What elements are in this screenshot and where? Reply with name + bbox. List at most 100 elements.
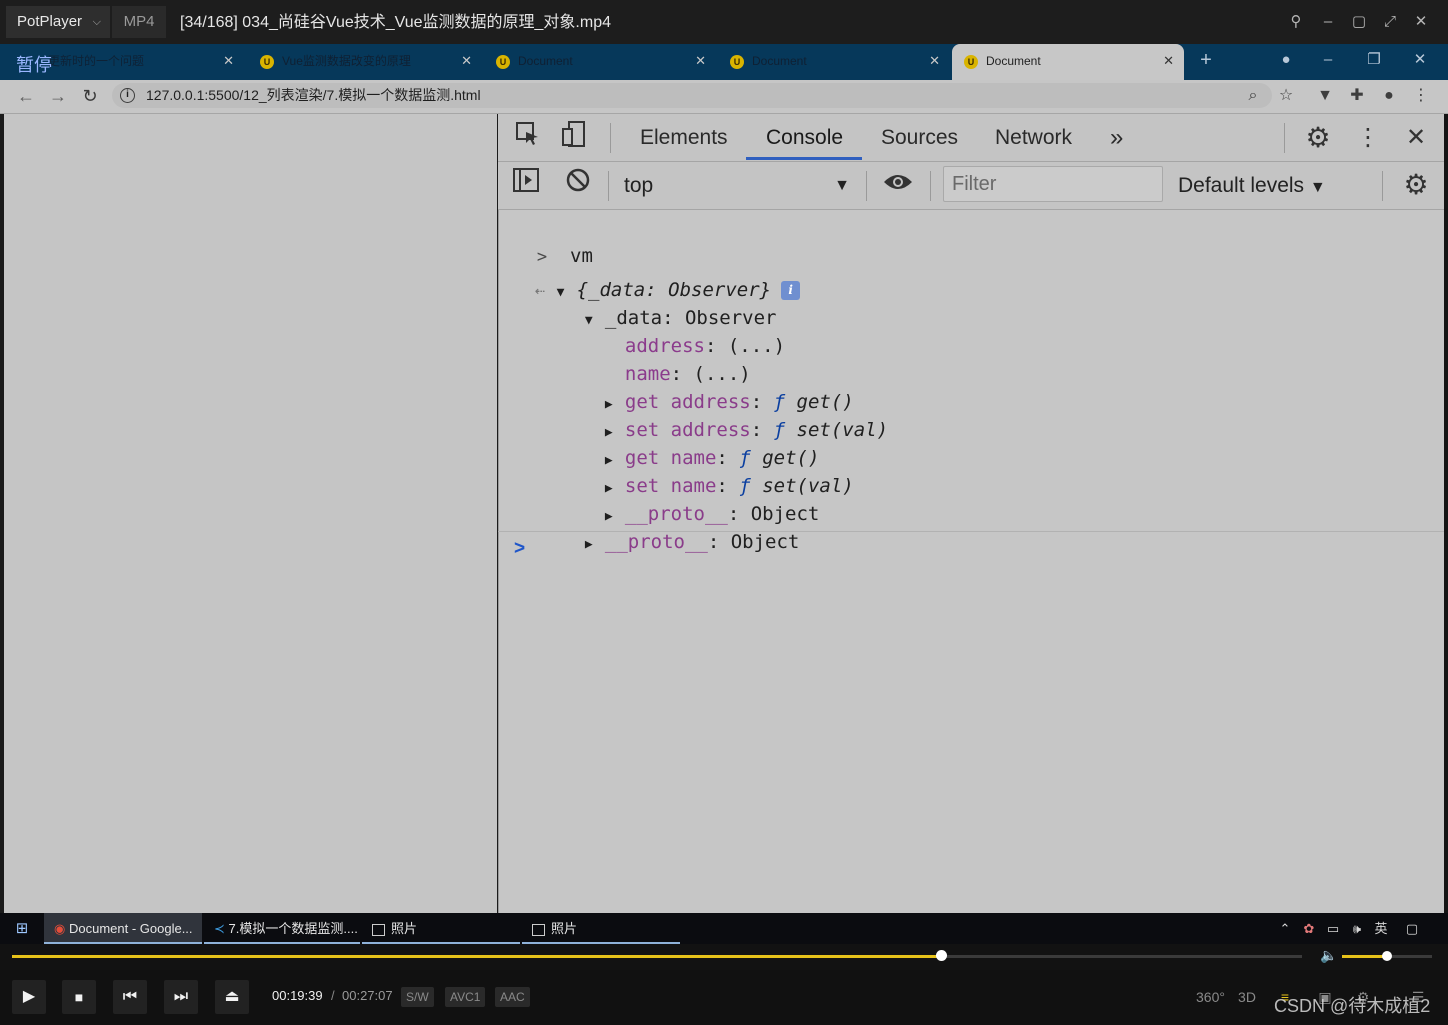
potplayer-menu-button[interactable]: PotPlayer ⌵	[6, 6, 110, 38]
speaker-icon[interactable]: 🕪	[1346, 913, 1368, 944]
accessor-row[interactable]: ▶ get address: ƒ get()	[582, 360, 854, 413]
info-badge-icon[interactable]: i	[781, 281, 801, 300]
notification-icon[interactable]: ▢	[1400, 913, 1424, 944]
kebab-menu-icon[interactable]: ⋮	[1350, 120, 1386, 156]
tab-close-icon[interactable]: ✕	[695, 44, 706, 78]
vue-icon: U	[496, 54, 510, 69]
tab-4[interactable]: U Document ✕	[720, 44, 950, 80]
zoom-icon[interactable]: ⌕	[1240, 83, 1266, 109]
more-tabs-icon[interactable]: »	[1110, 114, 1123, 162]
context-selector[interactable]: top ▼	[624, 166, 854, 206]
profile-dot-icon[interactable]: ●	[1270, 44, 1302, 76]
eject-icon[interactable]: ⏏	[215, 980, 249, 1014]
tab-close-icon[interactable]: ✕	[1163, 44, 1174, 78]
ime-indicator[interactable]: 英	[1370, 913, 1392, 944]
volume-icon[interactable]: 🔈	[1320, 947, 1337, 964]
profile-icon[interactable]: ●	[1376, 83, 1402, 109]
tab-close-icon[interactable]: ✕	[461, 44, 472, 78]
volume-level	[1342, 955, 1387, 958]
taskbar-item-photos-2[interactable]: 照片	[522, 913, 680, 944]
url-field[interactable]: i 127.0.0.1:5500/12_列表渲染/7.模拟一个数据监测.html	[112, 83, 1272, 108]
eye-icon[interactable]	[880, 167, 916, 203]
tab-active-document[interactable]: U Document ✕	[952, 44, 1184, 80]
taskbar-label: 照片	[551, 921, 578, 936]
property-row[interactable]: address: (...)	[602, 304, 785, 357]
3d-button[interactable]: 3D	[1234, 984, 1260, 1010]
kebab-menu-icon[interactable]: ⋮	[1408, 83, 1434, 109]
minimize-icon[interactable]: –	[1314, 8, 1342, 36]
audio-codec-chip[interactable]: AAC	[495, 987, 530, 1007]
expand-triangle-icon[interactable]: ▶	[585, 531, 605, 559]
vue-icon: U	[964, 54, 978, 69]
maximize-icon[interactable]: ▢	[1345, 8, 1373, 36]
accessor-row[interactable]: ▶ set address: ƒ set(val)	[582, 388, 888, 441]
info-icon[interactable]: i	[120, 88, 135, 103]
tab-close-icon[interactable]: ✕	[929, 44, 940, 78]
tab-elements[interactable]: Elements	[640, 114, 728, 162]
tab-sources[interactable]: Sources	[881, 114, 958, 162]
browser-restore-icon[interactable]: ❐	[1358, 44, 1390, 76]
data-row[interactable]: ▼ _data: Observer	[562, 276, 777, 329]
watermark: CSDN @待木成植2	[1274, 996, 1431, 1016]
tray-chevron-up-icon[interactable]: ⌃	[1274, 913, 1296, 944]
console-result-line[interactable]: ⇠ ▼ {_data: Observer} i	[512, 248, 801, 301]
tab-console[interactable]: Console	[766, 114, 843, 162]
proto-type: : Object	[707, 531, 800, 553]
stop-icon[interactable]: ■	[62, 980, 96, 1014]
accessor-row[interactable]: ▶ set name: ƒ set(val)	[582, 444, 854, 497]
taskbar-label: 照片	[391, 921, 418, 936]
accessor-row[interactable]: ▶ get name: ƒ get()	[582, 416, 820, 469]
tab-2[interactable]: U Vue监测数据改变的原理 ✕	[250, 44, 482, 80]
sidebar-toggle-icon[interactable]	[508, 167, 544, 203]
taskbar-item-vscode[interactable]: ≺ 7.模拟一个数据监测....	[204, 913, 360, 944]
console-filter-input[interactable]: Filter	[943, 166, 1163, 202]
forward-arrow-icon[interactable]: →	[44, 80, 72, 112]
seek-handle[interactable]	[935, 950, 947, 961]
windows-start-icon[interactable]: ⊞	[10, 913, 34, 944]
photos-icon	[532, 923, 545, 936]
video-codec-chip[interactable]: AVC1	[445, 987, 486, 1007]
tab-close-icon[interactable]: ✕	[223, 44, 234, 78]
console-settings-gear-icon[interactable]: ⚙	[1398, 167, 1434, 203]
previous-icon[interactable]: ⏮	[113, 980, 147, 1014]
vue-devtools-icon[interactable]: ▼	[1312, 83, 1338, 109]
chevron-down-icon: ⌵	[92, 16, 101, 28]
star-icon[interactable]: ☆	[1273, 83, 1299, 109]
vue-icon: U	[730, 54, 744, 69]
360-button[interactable]: 360°	[1196, 984, 1225, 1010]
proto-row-outer[interactable]: ▶ __proto__: Object	[562, 500, 799, 553]
browser-minimize-icon[interactable]: –	[1312, 44, 1344, 76]
taskbar-item-chrome[interactable]: ◉ Document - Google...	[44, 913, 202, 944]
browser-close-icon[interactable]: ✕	[1404, 44, 1436, 76]
new-tab-button[interactable]: +	[1190, 44, 1222, 76]
back-arrow-icon[interactable]: ←	[12, 80, 40, 112]
decoder-chip[interactable]: S/W	[401, 987, 434, 1007]
next-icon[interactable]: ⏭	[164, 980, 198, 1014]
extensions-icon[interactable]: ✚	[1344, 83, 1370, 109]
tab-network[interactable]: Network	[995, 114, 1072, 162]
tray-app-icon[interactable]: ✿	[1298, 913, 1320, 944]
network-icon[interactable]: ▭	[1322, 913, 1344, 944]
volume-handle[interactable]	[1382, 951, 1392, 961]
play-icon[interactable]: ▶	[12, 980, 46, 1014]
context-value: top	[624, 174, 654, 197]
vscode-icon: ≺	[214, 921, 225, 936]
console-prompt-icon[interactable]: >	[514, 538, 525, 560]
log-levels-dropdown[interactable]: Default levels ▼	[1178, 166, 1326, 206]
taskbar-item-photos-1[interactable]: 照片	[362, 913, 520, 944]
page-viewport	[4, 114, 497, 913]
pin-icon[interactable]: ⚲	[1282, 8, 1310, 36]
settings-gear-icon[interactable]: ⚙	[1300, 120, 1336, 156]
toolbar-divider	[610, 123, 611, 153]
tab-3[interactable]: U Document ✕	[486, 44, 716, 80]
property-row[interactable]: name: (...)	[602, 332, 751, 385]
close-icon[interactable]: ✕	[1407, 8, 1435, 36]
device-toolbar-icon[interactable]	[556, 120, 592, 156]
clear-console-icon[interactable]	[560, 167, 596, 203]
inspect-element-icon[interactable]	[510, 120, 546, 156]
close-devtools-icon[interactable]: ✕	[1398, 120, 1434, 156]
reload-icon[interactable]: ↻	[76, 80, 104, 112]
proto-row-inner[interactable]: ▶ __proto__: Object	[582, 472, 819, 525]
fullscreen-icon[interactable]: ⤢	[1376, 8, 1404, 36]
taskbar-label: 7.模拟一个数据监测....	[228, 921, 358, 936]
